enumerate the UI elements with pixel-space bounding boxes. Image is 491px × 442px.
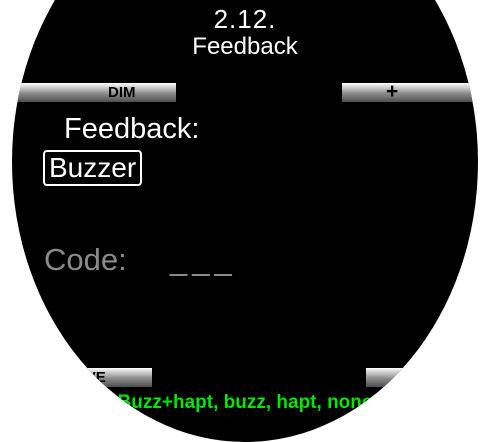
section-number: 2.12. <box>213 4 277 34</box>
increase-button[interactable]: + <box>342 81 478 102</box>
feedback-value-selector[interactable]: Buzzer <box>43 150 143 186</box>
decrease-button[interactable]: − <box>366 364 478 388</box>
feedback-label: Feedback: <box>64 113 200 145</box>
code-label: Code: <box>44 242 127 277</box>
options-hint: Buzz+hapt, buzz, hapt, none <box>117 392 373 413</box>
device-screen: 2.12. Feedback DIM + Feedback: Buzzer Co… <box>12 0 478 442</box>
code-value[interactable]: ___ <box>170 242 237 278</box>
dim-button[interactable]: DIM <box>12 83 176 102</box>
save-button[interactable]: SAVE <box>12 368 152 387</box>
page-title: Feedback <box>192 33 298 60</box>
